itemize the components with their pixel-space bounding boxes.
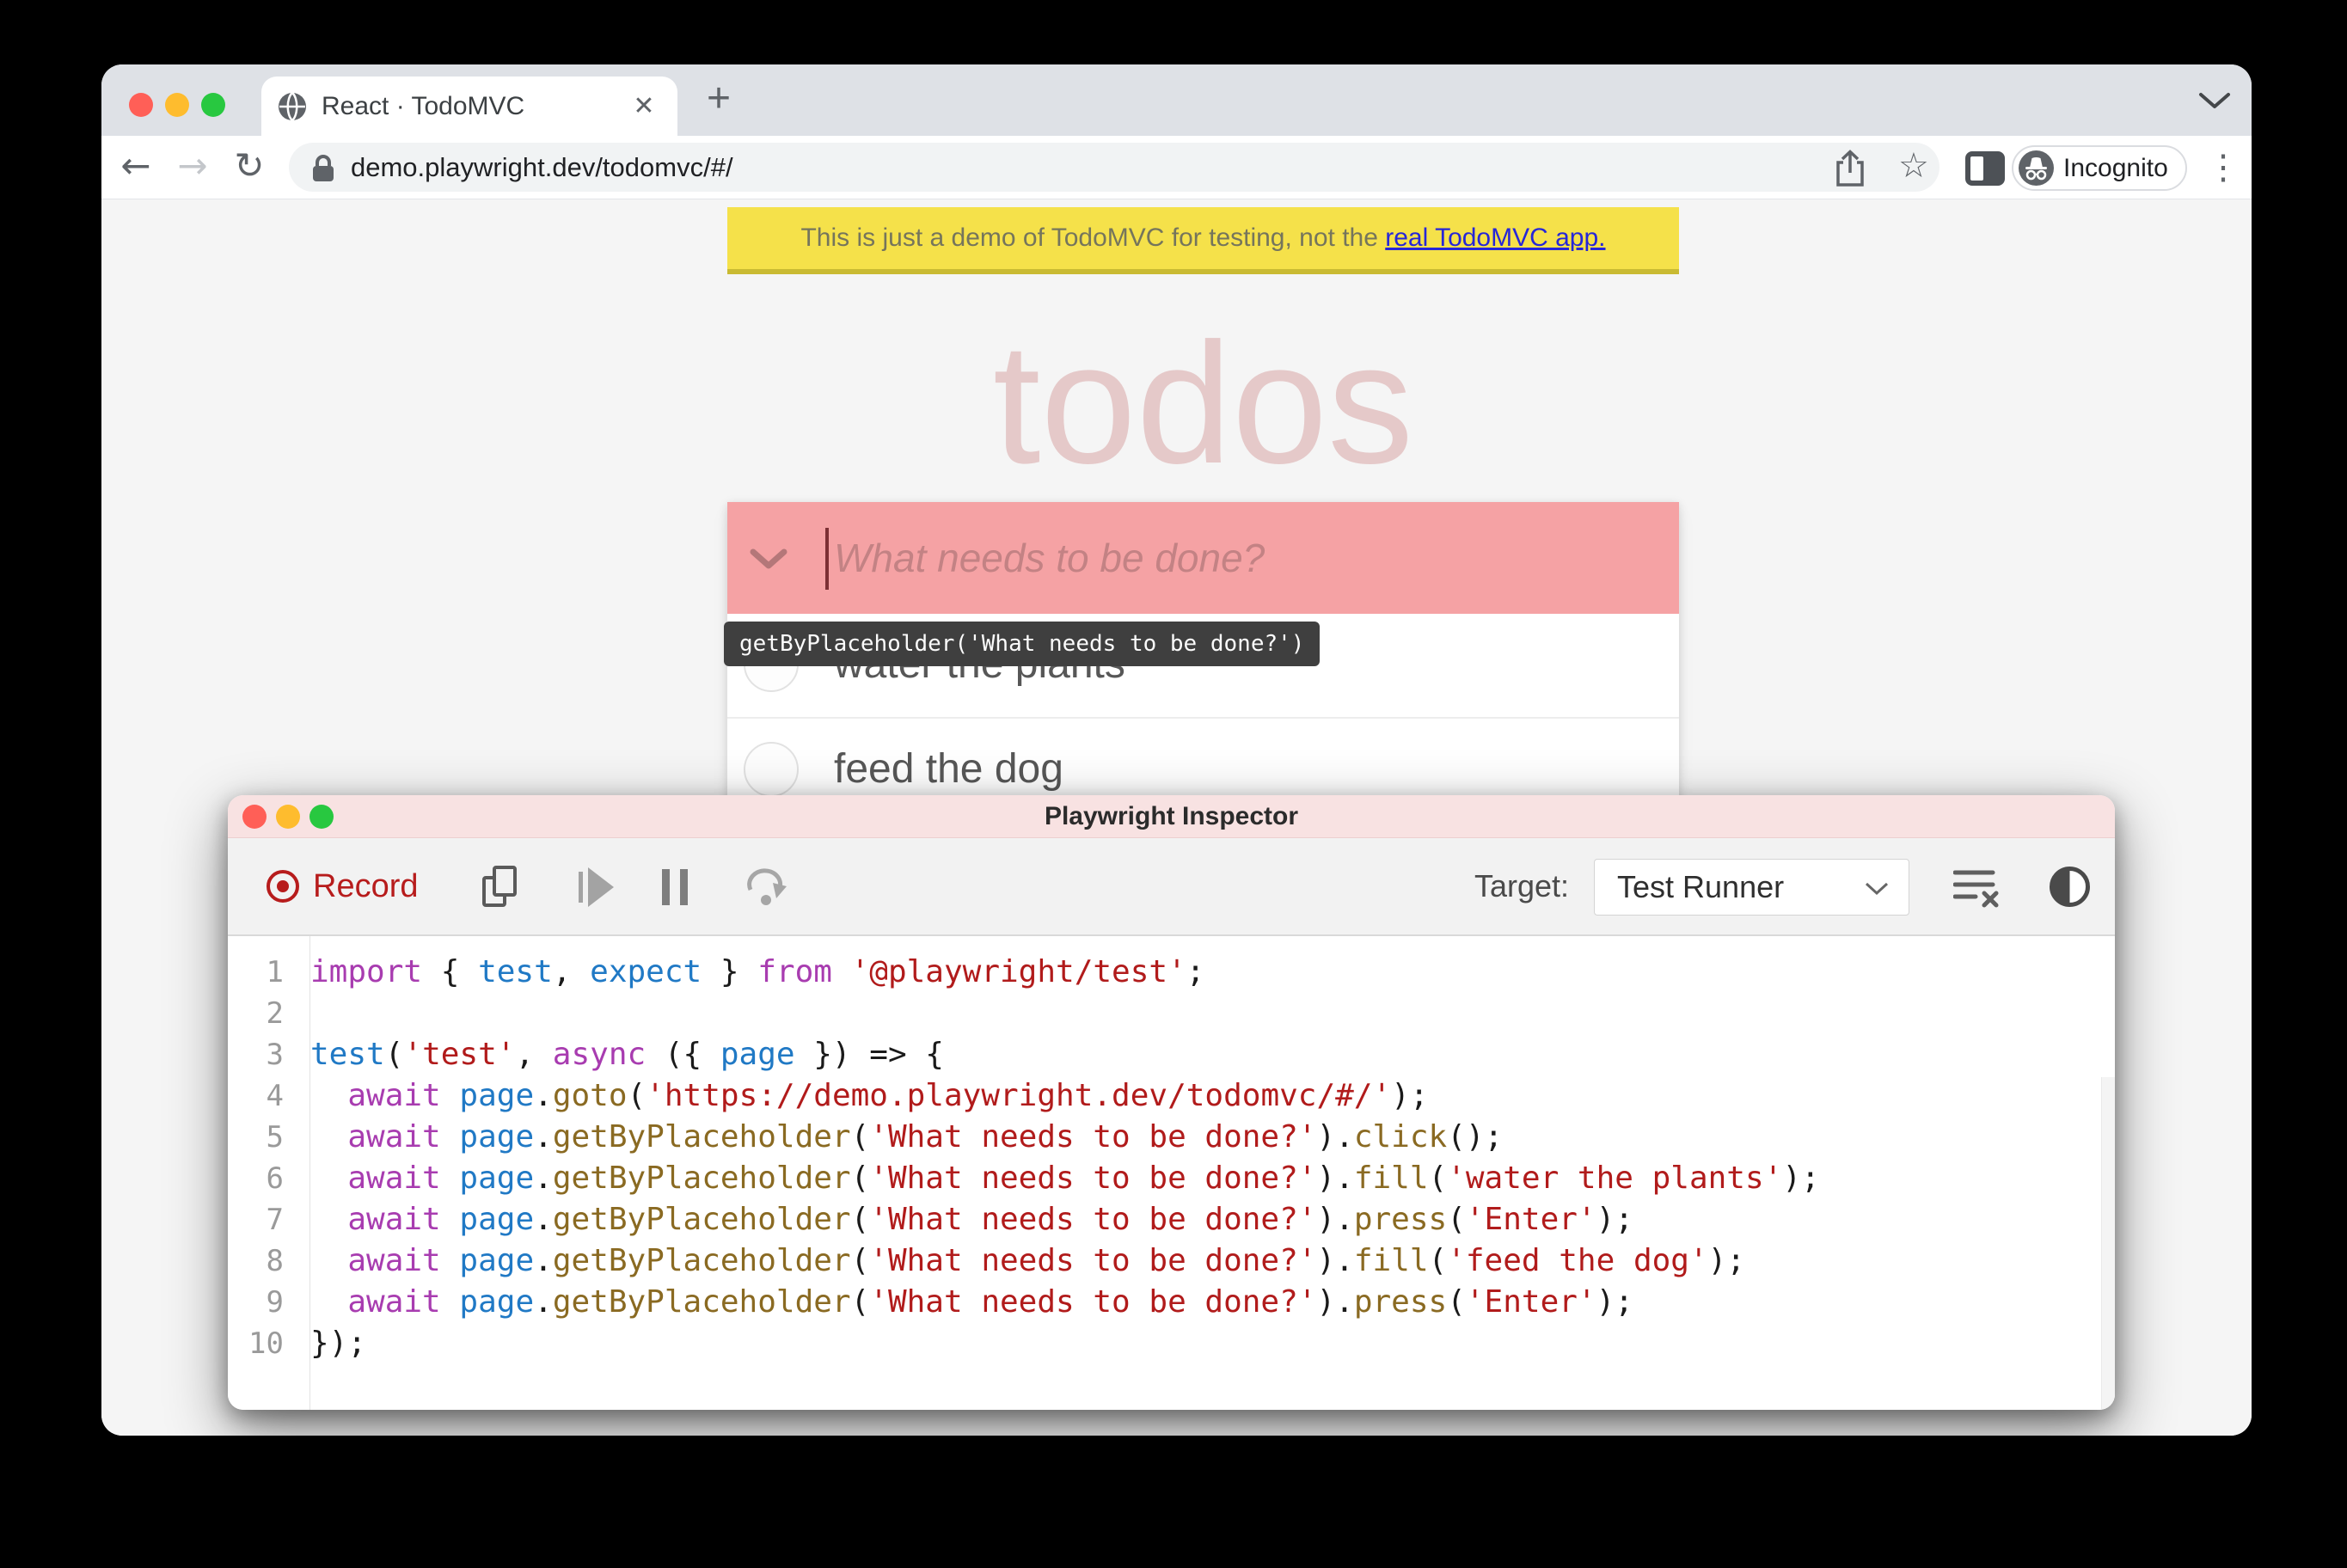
more-menu-icon[interactable]: ⋮ bbox=[2204, 138, 2242, 198]
line-number: 6 bbox=[266, 1161, 284, 1196]
step-over-icon[interactable] bbox=[744, 864, 792, 909]
lock-icon[interactable] bbox=[311, 154, 335, 183]
target-label: Target: bbox=[1474, 868, 1570, 903]
target-select[interactable]: Test Runner bbox=[1594, 859, 1909, 916]
code-line: 5 await page.getByPlaceholder('What need… bbox=[228, 1117, 2098, 1158]
zoom-window-button[interactable] bbox=[201, 93, 225, 117]
code-line: 3 test('test', async ({ page }) => { bbox=[228, 1034, 2098, 1075]
demo-banner-text: This is just a demo of TodoMVC for testi… bbox=[800, 224, 1386, 252]
code-line: 9 await page.getByPlaceholder('What need… bbox=[228, 1282, 2098, 1323]
line-number: 1 bbox=[266, 955, 284, 989]
code-area: 1 import { test, expect } from '@playwrig… bbox=[228, 936, 2115, 1410]
text-caret bbox=[825, 528, 829, 590]
record-icon bbox=[267, 870, 299, 903]
code-line: 7 await page.getByPlaceholder('What need… bbox=[228, 1199, 2098, 1240]
code-line: 4 await page.goto('https://demo.playwrig… bbox=[228, 1075, 2098, 1117]
incognito-label: Incognito bbox=[2063, 154, 2168, 182]
share-icon[interactable] bbox=[1833, 149, 1867, 188]
incognito-badge[interactable]: Incognito bbox=[2012, 145, 2187, 191]
reload-icon[interactable]: ↻ bbox=[225, 136, 273, 199]
line-number: 7 bbox=[266, 1203, 284, 1237]
demo-banner: This is just a demo of TodoMVC for testi… bbox=[727, 207, 1679, 274]
tab-react-todomvc[interactable]: React · TodoMVC ✕ bbox=[261, 77, 677, 136]
inspector-titlebar: Playwright Inspector bbox=[228, 795, 2115, 838]
navigation-toolbar: ← → ↻ demo.playwright.dev/todomvc/#/ ☆ I… bbox=[101, 136, 2252, 199]
code-line: 8 await page.getByPlaceholder('What need… bbox=[228, 1240, 2098, 1282]
url-text[interactable]: demo.playwright.dev/todomvc/#/ bbox=[351, 143, 733, 192]
copy-icon[interactable] bbox=[482, 866, 525, 909]
pause-icon[interactable] bbox=[662, 869, 689, 905]
record-button[interactable]: Record bbox=[267, 838, 419, 934]
locator-tooltip: getByPlaceholder('What needs to be done?… bbox=[724, 622, 1321, 666]
line-number: 3 bbox=[266, 1038, 284, 1072]
line-number: 5 bbox=[266, 1120, 284, 1155]
code-scrollbar[interactable] bbox=[2101, 1077, 2115, 1410]
line-number: 2 bbox=[266, 996, 284, 1031]
inspector-toolbar: Record Target: Test Runner bbox=[228, 838, 2115, 936]
resume-icon[interactable] bbox=[579, 867, 616, 907]
back-icon[interactable]: ← bbox=[112, 136, 160, 199]
record-label: Record bbox=[313, 867, 419, 904]
clear-output-icon[interactable] bbox=[1953, 867, 2001, 909]
real-todomvc-link[interactable]: real TodoMVC app. bbox=[1385, 224, 1605, 252]
line-number: 10 bbox=[248, 1326, 284, 1361]
new-todo-input[interactable] bbox=[834, 502, 1625, 614]
target-value: Test Runner bbox=[1617, 869, 1785, 904]
inspector-title: Playwright Inspector bbox=[1044, 802, 1299, 830]
tab-title: React · TodoMVC bbox=[322, 92, 525, 120]
tab-strip: React · TodoMVC ✕ + bbox=[101, 64, 2252, 136]
address-bar[interactable]: demo.playwright.dev/todomvc/#/ ☆ bbox=[289, 143, 1939, 192]
new-todo-row-highlighted[interactable] bbox=[727, 502, 1679, 614]
tab-close-icon[interactable]: ✕ bbox=[622, 77, 665, 136]
globe-favicon-icon bbox=[277, 91, 308, 122]
toggle-all-chevron-icon[interactable] bbox=[750, 548, 787, 571]
code-line: 1 import { test, expect } from '@playwrig… bbox=[228, 952, 2098, 993]
code-line: 2 bbox=[228, 993, 2098, 1034]
code-line: 6 await page.getByPlaceholder('What need… bbox=[228, 1158, 2098, 1199]
playwright-inspector-window: Playwright Inspector Record Target: Test… bbox=[228, 795, 2115, 1410]
incognito-icon bbox=[2019, 150, 2054, 186]
tab-search-chevron-icon[interactable] bbox=[2197, 91, 2232, 112]
bookmark-star-icon[interactable]: ☆ bbox=[1898, 143, 1929, 192]
todo-checkbox[interactable] bbox=[744, 742, 799, 797]
dark-mode-toggle-icon[interactable] bbox=[2050, 867, 2090, 907]
new-tab-button[interactable]: + bbox=[695, 73, 743, 126]
close-window-button[interactable] bbox=[129, 93, 153, 117]
line-number: 8 bbox=[266, 1244, 284, 1278]
forward-icon[interactable]: → bbox=[169, 136, 217, 199]
todos-heading: todos bbox=[992, 308, 1414, 499]
code-line: 10}); bbox=[228, 1323, 2098, 1364]
line-number: 4 bbox=[266, 1079, 284, 1113]
chevron-down-icon bbox=[1864, 881, 1890, 897]
minimize-window-button[interactable] bbox=[165, 93, 189, 117]
side-panel-icon[interactable] bbox=[1965, 151, 2005, 186]
code-lines: 1 import { test, expect } from '@playwrig… bbox=[228, 952, 2098, 1364]
line-number: 9 bbox=[266, 1285, 284, 1320]
